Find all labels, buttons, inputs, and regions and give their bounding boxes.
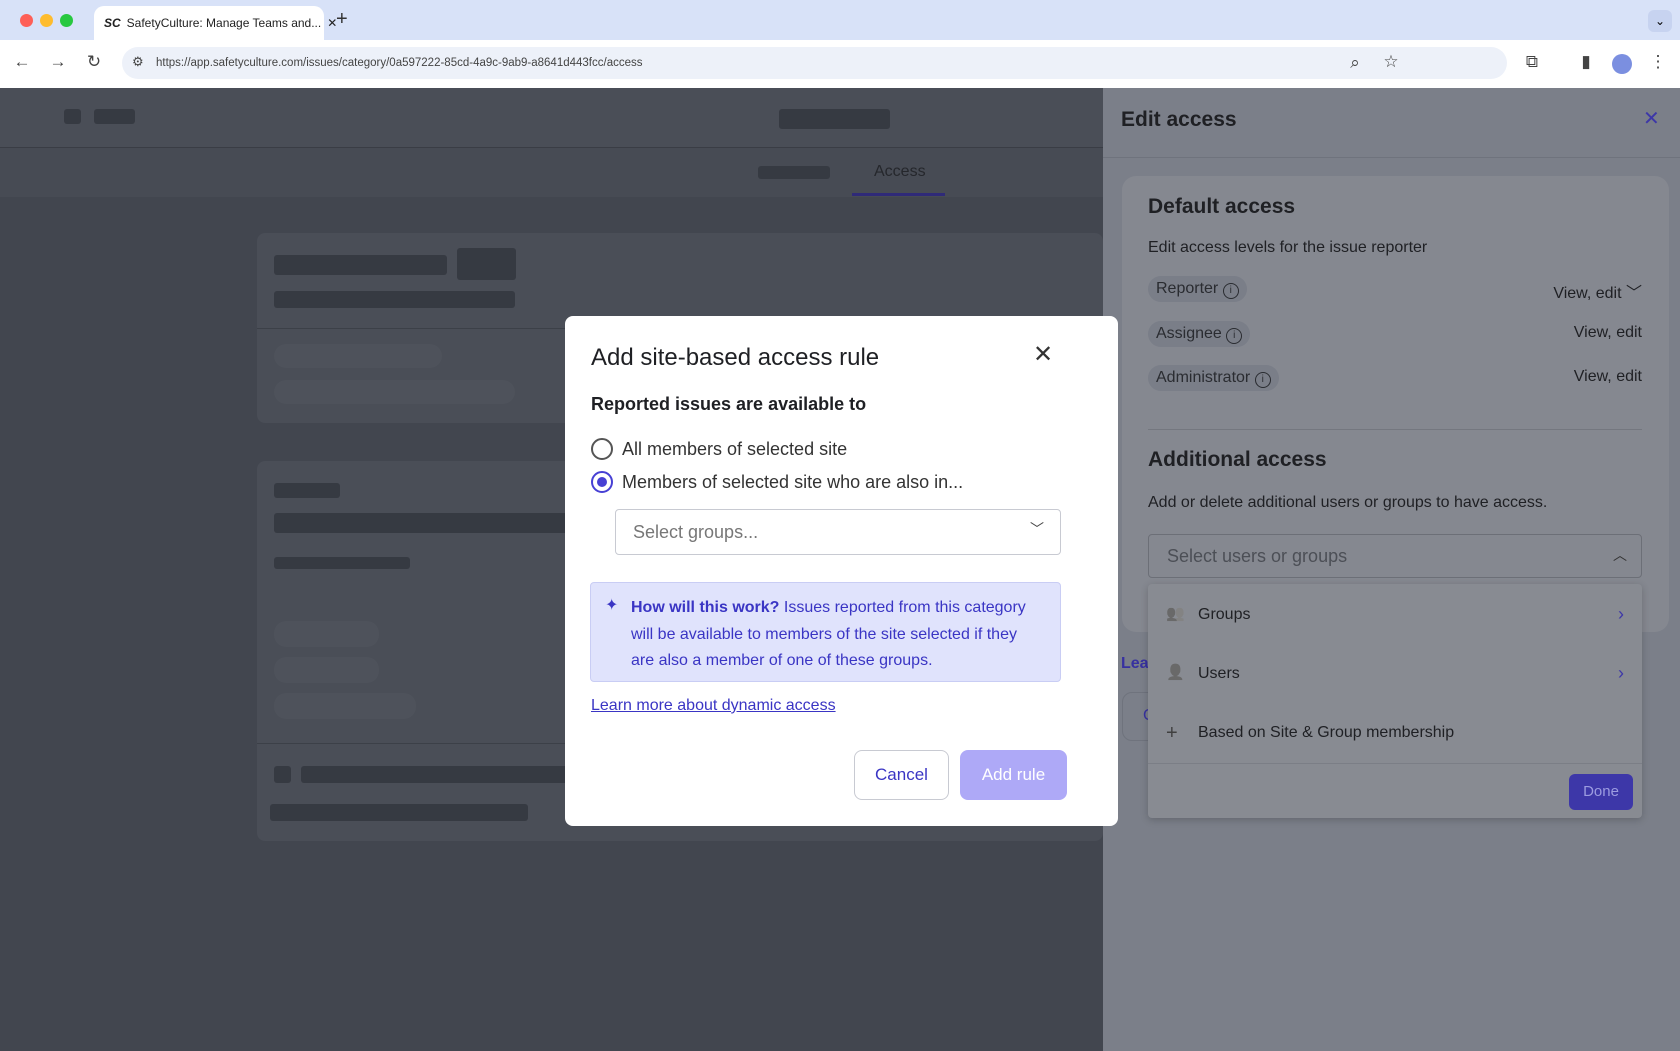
reload-icon[interactable]: ↻ bbox=[82, 52, 106, 72]
chevron-down-icon: ﹀ bbox=[1030, 521, 1044, 537]
default-access-desc: Edit access levels for the issue reporte… bbox=[1148, 239, 1428, 256]
role-access-value: View, edit bbox=[1574, 368, 1642, 386]
learn-more-link[interactable]: Learn more about dynamic access bbox=[591, 697, 836, 715]
dialog-title: Add site-based access rule bbox=[591, 344, 880, 371]
tab-access[interactable]: Access bbox=[874, 163, 926, 181]
done-button[interactable]: Done bbox=[1569, 774, 1633, 810]
radio-label: All members of selected site bbox=[622, 439, 848, 459]
select-users-or-groups[interactable]: Select users or groups ︿ bbox=[1148, 534, 1642, 578]
side-panel-icon[interactable]: ▮ bbox=[1574, 52, 1598, 72]
browser-tab-bar: SC SafetyCulture: Manage Teams and... ✕ … bbox=[0, 0, 1680, 40]
plus-icon: + bbox=[1166, 722, 1178, 744]
dialog-subtitle: Reported issues are available to bbox=[591, 394, 867, 414]
info-icon[interactable]: i bbox=[1222, 283, 1239, 299]
select-placeholder: Select users or groups bbox=[1167, 546, 1348, 566]
role-label: Reporter bbox=[1156, 280, 1219, 297]
chevron-up-icon: ︿ bbox=[1613, 547, 1627, 563]
chevron-down-icon: ﹀ bbox=[1625, 285, 1642, 302]
add-rule-button[interactable]: Add rule bbox=[960, 750, 1067, 800]
cancel-button[interactable]: Cancel bbox=[854, 750, 949, 800]
menu-item-label: Users bbox=[1198, 665, 1240, 682]
page-tabs bbox=[0, 148, 1103, 197]
bookmark-star-icon[interactable]: ☆ bbox=[1379, 52, 1403, 72]
select-groups-placeholder: Select groups... bbox=[633, 522, 759, 542]
radio-button-selected[interactable] bbox=[591, 471, 613, 493]
additional-access-title: Additional access bbox=[1148, 448, 1327, 471]
menu-item-label: Groups bbox=[1198, 606, 1251, 623]
learn-more-link-partial[interactable]: Lea bbox=[1121, 655, 1149, 673]
menu-item-label: Based on Site & Group membership bbox=[1198, 724, 1455, 741]
tab-title: SafetyCulture: Manage Teams and... bbox=[126, 16, 322, 30]
info-icon[interactable]: i bbox=[1254, 372, 1271, 388]
groups-icon: 👥 bbox=[1166, 605, 1185, 622]
role-label: Assignee bbox=[1156, 324, 1222, 342]
role-pill: Administrator i bbox=[1148, 365, 1279, 391]
close-window-button[interactable] bbox=[20, 14, 33, 27]
radio-button[interactable] bbox=[591, 438, 613, 460]
maximize-window-button[interactable] bbox=[60, 14, 73, 27]
extensions-icon[interactable]: ⧉ bbox=[1520, 52, 1544, 72]
sparkle-icon: ✦ bbox=[605, 597, 619, 614]
site-settings-icon[interactable]: ⚙ bbox=[132, 54, 144, 70]
page-header bbox=[0, 88, 1103, 148]
role-pill: Assignee i bbox=[1148, 320, 1251, 347]
tab-list-chevron-icon[interactable]: ⌄ bbox=[1648, 10, 1672, 32]
user-icon: 👤 bbox=[1166, 664, 1185, 681]
additional-access-desc: Add or delete additional users or groups… bbox=[1148, 494, 1548, 511]
add-site-rule-dialog: Add site-based access rule ✕ Reported is… bbox=[565, 316, 1118, 826]
url-text: https://app.safetyculture.com/issues/cat… bbox=[156, 57, 643, 69]
new-tab-button[interactable]: + bbox=[336, 8, 348, 31]
menu-item-0[interactable]: 👥 Groups › bbox=[1148, 597, 1642, 635]
forward-icon[interactable]: → bbox=[46, 52, 70, 72]
role-access-value[interactable]: View, edit ﹀ bbox=[1553, 279, 1642, 303]
edit-access-panel: Edit access ✕ Default access Edit access… bbox=[1103, 88, 1680, 1051]
access-card: Default access Edit access levels for th… bbox=[1122, 176, 1669, 632]
role-access-value: View, edit bbox=[1574, 324, 1642, 342]
role-pill: Reporter i bbox=[1148, 276, 1247, 302]
address-bar[interactable]: ⚙ https://app.safetyculture.com/issues/c… bbox=[122, 47, 1507, 79]
role-label: Administrator bbox=[1156, 369, 1251, 386]
chevron-right-icon: › bbox=[1618, 663, 1624, 683]
info-box: ✦ How will this work? Issues reported fr… bbox=[590, 582, 1061, 682]
favicon: SC bbox=[104, 16, 121, 30]
minimize-window-button[interactable] bbox=[40, 14, 53, 27]
menu-kebab-icon[interactable]: ⋮ bbox=[1646, 52, 1670, 72]
role-value-text: View, edit bbox=[1573, 368, 1642, 385]
radio-label: Members of selected site who are also in… bbox=[622, 472, 964, 492]
close-panel-icon[interactable]: ✕ bbox=[1643, 106, 1660, 131]
role-value-text: View, edit bbox=[1553, 285, 1622, 302]
chevron-right-icon: › bbox=[1618, 604, 1624, 624]
info-bold: How will this work? bbox=[631, 599, 780, 616]
menu-item-1[interactable]: 👤 Users › bbox=[1148, 656, 1642, 694]
users-groups-menu: 👥 Groups › 👤 Users › + Based on Site & G… bbox=[1148, 584, 1642, 818]
menu-item-2[interactable]: + Based on Site & Group membership bbox=[1148, 715, 1642, 753]
role-value-text: View, edit bbox=[1573, 323, 1642, 341]
zoom-icon[interactable]: ⌕ bbox=[1343, 53, 1367, 73]
panel-title: Edit access bbox=[1121, 108, 1237, 131]
default-access-title: Default access bbox=[1148, 195, 1296, 218]
close-dialog-icon[interactable]: ✕ bbox=[1033, 340, 1053, 369]
browser-tab[interactable]: SC SafetyCulture: Manage Teams and... ✕ bbox=[94, 6, 337, 40]
profile-avatar[interactable] bbox=[1612, 54, 1632, 74]
info-icon[interactable]: i bbox=[1226, 327, 1243, 344]
back-icon[interactable]: ← bbox=[10, 52, 34, 72]
select-groups-dropdown[interactable]: Select groups... ﹀ bbox=[615, 509, 1061, 555]
